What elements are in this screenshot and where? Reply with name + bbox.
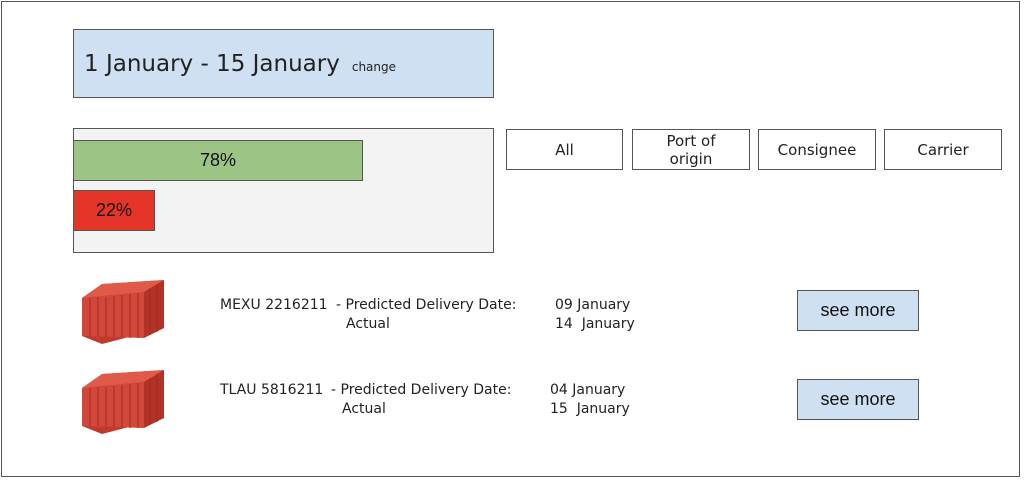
- actual-delivery-label: Actual: [346, 316, 390, 332]
- shipping-container-icon: [82, 280, 164, 344]
- predicted-delivery-date: 09 January: [555, 297, 631, 313]
- actual-delivery-date: 14 January: [555, 316, 635, 332]
- on-time-percentage-bar: 78%: [73, 140, 363, 181]
- predicted-delivery-label: - Predicted Delivery Date:: [331, 382, 512, 398]
- container-id: TLAU 5816211: [220, 382, 324, 398]
- filter-port-of-origin-label: Port of origin: [666, 131, 716, 168]
- predicted-delivery-date: 04 January: [550, 382, 626, 398]
- actual-delivery-label: Actual: [342, 401, 386, 417]
- date-range-label: 1 January - 15 January: [84, 50, 340, 77]
- see-more-button[interactable]: see more: [797, 379, 919, 420]
- delivery-stats-panel: 78% 22%: [73, 128, 494, 253]
- late-percentage-label: 22%: [95, 200, 133, 220]
- filter-carrier-button[interactable]: Carrier: [884, 129, 1002, 170]
- filter-carrier-label: Carrier: [917, 140, 969, 159]
- actual-delivery-date: 15 January: [550, 401, 630, 417]
- change-date-link[interactable]: change: [352, 60, 396, 74]
- container-id: MEXU 2216211: [220, 297, 328, 313]
- filter-consignee-label: Consignee: [777, 140, 857, 159]
- see-more-label: see more: [820, 389, 896, 409]
- filter-port-of-origin-button[interactable]: Port of origin: [632, 129, 750, 170]
- on-time-percentage-label: 78%: [199, 150, 237, 170]
- see-more-label: see more: [820, 300, 896, 320]
- filter-all-button[interactable]: All: [506, 129, 623, 170]
- see-more-button[interactable]: see more: [797, 290, 919, 331]
- shipping-container-icon: [82, 370, 164, 434]
- filter-consignee-button[interactable]: Consignee: [758, 129, 876, 170]
- late-percentage-bar: 22%: [73, 190, 155, 231]
- date-range-box: 1 January - 15 January change: [73, 29, 494, 98]
- predicted-delivery-label: - Predicted Delivery Date:: [336, 297, 517, 313]
- filter-all-label: All: [555, 140, 574, 159]
